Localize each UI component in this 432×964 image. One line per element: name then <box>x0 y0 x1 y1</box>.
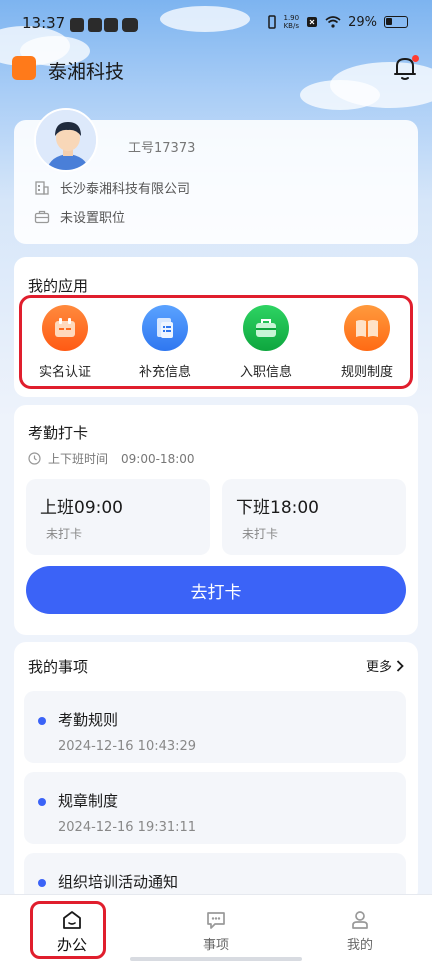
my-matters-card: 我的事项 更多 考勤规则 2024-12-16 10:43:29 规章制度 20… <box>14 642 418 902</box>
app-label: 规则制度 <box>340 365 393 380</box>
chevron-right-icon <box>396 659 404 672</box>
attendance-card: 考勤打卡 上下班时间 09:00-18:00 上班09:00 未打卡 下班18:… <box>14 405 418 635</box>
book-icon <box>344 305 390 351</box>
status-bar: 13:37 1.90 KB/s 29% <box>0 0 432 48</box>
document-icon <box>142 305 188 351</box>
matters-title: 我的事项 <box>28 658 89 676</box>
company-logo <box>12 56 36 80</box>
more-link[interactable]: 更多 <box>366 656 404 675</box>
tab-label: 我的 <box>346 938 373 953</box>
more-label: 更多 <box>365 660 392 675</box>
bullet-dot <box>38 717 46 725</box>
building-icon <box>35 180 49 195</box>
matter-date: 2024-12-16 10:43:29 <box>58 739 197 754</box>
avatar[interactable] <box>34 108 98 172</box>
tab-office[interactable]: 办公 <box>0 895 144 964</box>
app-header: 泰湘科技 <box>0 52 432 86</box>
company-title: 泰湘科技 <box>48 61 125 83</box>
app-label: 补充信息 <box>138 365 191 380</box>
tab-label: 事项 <box>202 938 229 953</box>
company-name: 长沙泰湘科技有限公司 <box>60 182 191 197</box>
company-row: 长沙泰湘科技有限公司 <box>34 178 190 197</box>
app-label: 入职信息 <box>239 365 292 380</box>
matter-title: 规章制度 <box>58 792 119 810</box>
notifications-button[interactable] <box>392 54 419 82</box>
no-sim-icon <box>307 17 318 27</box>
tab-matters[interactable]: 事项 <box>144 895 288 964</box>
employee-number: 工号17373 <box>128 141 196 156</box>
status-time: 13:37 <box>22 14 66 32</box>
tiktok-icon <box>104 18 118 32</box>
app-supplement-info[interactable]: 补充信息 <box>120 305 210 380</box>
battery-percent: 29% <box>348 14 377 30</box>
work-hours-value: 09:00-18:00 <box>121 451 195 466</box>
position-name: 未设置职位 <box>60 211 126 226</box>
briefcase-icon <box>243 305 289 351</box>
clock-in-status: 未打卡 <box>46 527 83 541</box>
notification-icon <box>122 18 138 32</box>
app-rules-regulations[interactable]: 规则制度 <box>322 305 412 380</box>
apps-title: 我的应用 <box>28 277 89 295</box>
my-apps-card: 我的应用 实名认证 补充信息 入职信息 规则制度 <box>14 257 418 397</box>
wifi-icon <box>325 16 341 28</box>
avatar-illustration <box>36 110 96 170</box>
app-label: 实名认证 <box>38 365 91 380</box>
clock-in-time: 上班09:00 <box>40 498 123 518</box>
bullet-dot <box>38 798 46 806</box>
clock-out-box: 下班18:00 未打卡 <box>222 479 406 555</box>
bottom-tab-bar: 办公 事项 我的 <box>0 894 432 964</box>
clock-out-time: 下班18:00 <box>236 498 319 518</box>
clock-out-status: 未打卡 <box>242 527 279 541</box>
bullet-dot <box>38 879 46 887</box>
work-hours-row: 上下班时间 09:00-18:00 <box>28 450 195 467</box>
notification-icon <box>70 18 84 32</box>
work-hours-label: 上下班时间 <box>48 452 109 466</box>
clock-in-box: 上班09:00 未打卡 <box>26 479 210 555</box>
tab-mine[interactable]: 我的 <box>288 895 432 964</box>
position-row: 未设置职位 <box>34 207 125 226</box>
notification-icon <box>88 18 102 32</box>
punch-button[interactable]: 去打卡 <box>26 566 406 614</box>
clock-icon <box>28 452 41 465</box>
matter-title: 组织培训活动通知 <box>58 873 179 891</box>
matter-title: 考勤规则 <box>58 711 119 729</box>
chat-icon <box>207 912 225 929</box>
id-card-icon <box>42 305 88 351</box>
profile-card[interactable]: 工号17373 长沙泰湘科技有限公司 未设置职位 <box>14 108 418 244</box>
vibrate-icon <box>267 15 276 29</box>
matter-item[interactable]: 规章制度 2024-12-16 19:31:11 <box>24 772 406 844</box>
home-indicator <box>130 957 302 961</box>
attendance-title: 考勤打卡 <box>28 424 89 442</box>
matter-item[interactable]: 考勤规则 2024-12-16 10:43:29 <box>24 691 406 763</box>
notification-badge <box>412 55 419 62</box>
briefcase-outline-icon <box>34 210 50 223</box>
matter-date: 2024-12-16 19:31:11 <box>58 820 197 835</box>
tab-highlight-box <box>30 901 106 959</box>
profile-icon <box>352 911 368 929</box>
app-real-name-auth[interactable]: 实名认证 <box>20 305 110 380</box>
battery-icon <box>384 16 408 28</box>
network-speed: 1.90 KB/s <box>283 14 300 30</box>
app-onboarding-info[interactable]: 入职信息 <box>221 305 311 380</box>
